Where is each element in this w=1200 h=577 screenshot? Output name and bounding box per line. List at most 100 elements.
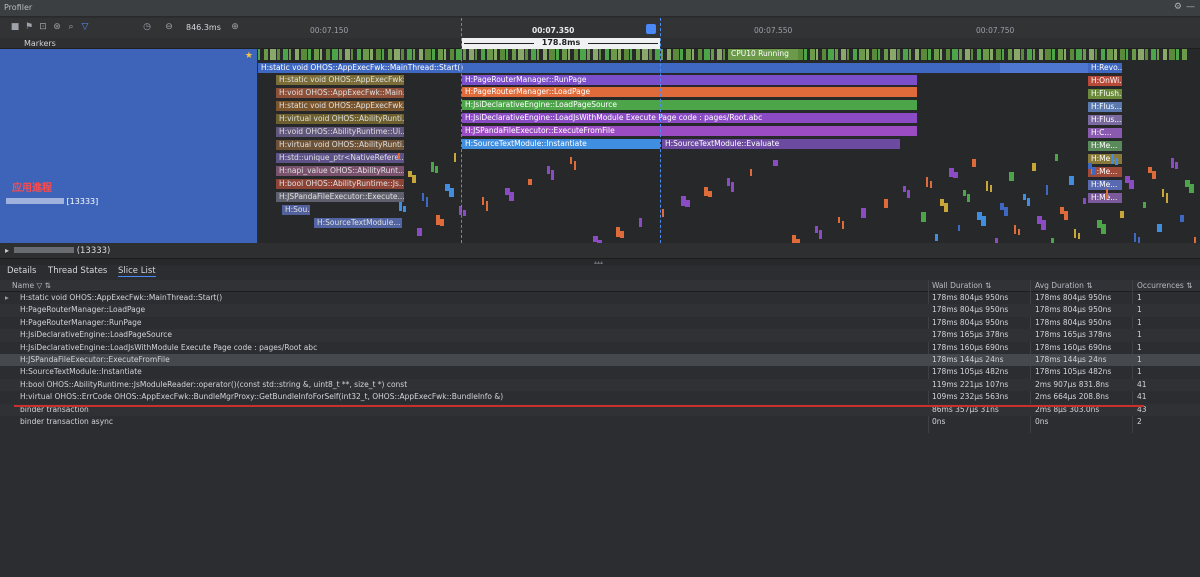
thread-slice[interactable]: H:Me...: [1088, 141, 1122, 151]
zoom-in-icon[interactable]: ⊕: [230, 22, 240, 32]
slice-load-page-source[interactable]: H:JsiDeclarativeEngine::LoadPageSource: [462, 100, 660, 110]
process-row[interactable]: ▸ (13333): [0, 243, 1200, 259]
cell-occurrences: 1: [1137, 367, 1142, 377]
settings-icon[interactable]: ⊛: [52, 22, 62, 32]
slice-load-page-cont[interactable]: [660, 87, 917, 97]
row-expand-icon[interactable]: ▸: [5, 292, 9, 304]
col-avg-duration[interactable]: Avg Duration ⇅: [1035, 281, 1093, 290]
cpu-activity-bar: [549, 49, 556, 60]
star-icon[interactable]: ★: [245, 51, 253, 61]
cpu-activity-bar: [710, 49, 714, 60]
thread-slice[interactable]: H:Flush...: [1088, 89, 1122, 99]
thread-slice[interactable]: H:Me...: [1088, 193, 1122, 203]
range-handle-icon[interactable]: [646, 24, 656, 34]
main-thread-slice[interactable]: H:static void OHOS::AppExecFwk::MainThre…: [258, 63, 1000, 73]
cpu-activity-bar: [834, 49, 838, 60]
cpu-activity-bar: [630, 49, 632, 60]
cell-wall-duration: 0ns: [932, 417, 946, 426]
thread-slice[interactable]: H:void OHOS::AbilityRuntime::Ui...: [276, 127, 404, 137]
expand-arrow-icon[interactable]: ▸: [5, 246, 9, 255]
slice-run-page-cont[interactable]: [660, 75, 917, 85]
thread-label-panel[interactable]: ★ 应用進程 [13333]: [0, 49, 257, 243]
duration-readout: 846.3ms: [186, 23, 221, 32]
cpu-activity-bar: [704, 49, 711, 60]
slice-load-page[interactable]: H:PageRouterManager::LoadPage: [462, 87, 660, 97]
thread-slice[interactable]: H:SourceTextModule...: [314, 218, 402, 228]
table-row[interactable]: H:virtual OHOS::ErrCode OHOS::AppExecFwk…: [0, 391, 1200, 403]
thread-slice[interactable]: H:Revo...: [1088, 63, 1122, 73]
tick-label: 00:07.150: [310, 26, 349, 35]
cpu-activity-bar: [313, 49, 319, 60]
thread-slice[interactable]: H:virtual void OHOS::AbilityRunti...: [276, 114, 404, 124]
activity-bar: [1171, 158, 1174, 168]
clock-icon[interactable]: ◷: [142, 22, 152, 32]
table-row[interactable]: H:static void OHOS::AppExecFwk::MainThre…: [0, 292, 1200, 304]
minimize-icon[interactable]: —: [1186, 2, 1195, 12]
slice-load-page-source-cont[interactable]: [660, 100, 917, 110]
cpu-activity-bar: [915, 49, 920, 60]
table-row[interactable]: H:SourceTextModule::Instantiate 178ms 105…: [0, 366, 1200, 378]
timeline-track[interactable]: H:static void OHOS::AppExecFwk::MainThre…: [258, 49, 1200, 243]
filter-icon[interactable]: ▽: [80, 22, 90, 32]
activity-bar: [639, 218, 642, 227]
cpu-activity-bar: [1033, 49, 1035, 60]
cell-avg-duration: 178ms 165μs 378ns: [1035, 330, 1112, 340]
cpu-activity-bar: [1051, 49, 1055, 60]
thread-slice[interactable]: H:std::unique_ptr<NativeRefere...: [276, 153, 404, 163]
tab-slice-list[interactable]: Slice List: [118, 266, 156, 277]
search-icon[interactable]: ⌕: [66, 22, 76, 32]
activity-bar: [1157, 224, 1162, 232]
activity-bar: [551, 170, 554, 180]
cpu-activity-bar: [884, 49, 889, 60]
capture-icon[interactable]: ⊡: [38, 22, 48, 32]
thread-slice[interactable]: H:JSPandaFileExecutor::Execute...: [276, 192, 404, 202]
activity-bar: [731, 182, 734, 192]
cpu-activity-bar: [878, 49, 880, 60]
table-row[interactable]: binder transaction async 0ns 0ns 2: [0, 416, 1200, 428]
table-row[interactable]: H:JsiDeclarativeEngine::LoadJsWithModule…: [0, 342, 1200, 354]
thread-slice[interactable]: H:napi_value OHOS::AbilityRunt...: [276, 166, 404, 176]
time-ruler[interactable]: 00:07.150 00:07.350 00:07.550 00:07.750: [258, 18, 1200, 38]
col-name[interactable]: Name ▽ ⇅: [12, 281, 51, 290]
thread-slice[interactable]: H:bool OHOS::AbilityRuntime::Js...: [276, 179, 404, 189]
col-occurrences[interactable]: Occurrences ⇅: [1137, 281, 1192, 290]
thread-slice[interactable]: H:Flus...: [1088, 115, 1122, 125]
table-row[interactable]: H:JSPandaFileExecutor::ExecuteFromFile 17…: [0, 354, 1200, 367]
flag-icon[interactable]: ⚑: [24, 22, 34, 32]
col-wall-duration[interactable]: Wall Duration ⇅: [932, 281, 991, 290]
table-row[interactable]: H:PageRouterManager::RunPage 178ms 804μs …: [0, 317, 1200, 329]
table-row[interactable]: H:PageRouterManager::LoadPage 178ms 804μs…: [0, 304, 1200, 317]
details-tabs: Details Thread States Slice List: [0, 265, 1200, 279]
thread-slice[interactable]: H:static void OHOS::AppExecFwk::Mai...: [276, 75, 404, 85]
thread-slice[interactable]: H:virtual void OHOS::AbilityRunti...: [276, 140, 404, 150]
cpu-activity-bar: [605, 49, 610, 60]
slice-run-page[interactable]: H:PageRouterManager::RunPage: [462, 75, 660, 85]
cell-avg-duration: 178ms 804μs 950ns: [1035, 317, 1112, 327]
tab-details[interactable]: Details: [7, 266, 36, 276]
activity-bar: [486, 201, 488, 211]
activity-bar: [1088, 163, 1092, 169]
slice-evaluate[interactable]: H:SourceTextModule::Evaluate: [662, 139, 900, 149]
slice-execute-file[interactable]: H:JSPandaFileExecutor::ExecuteFromFile: [462, 126, 917, 136]
cpu-activity-bar: [363, 49, 370, 60]
thread-slice[interactable]: H:static void OHOS::AppExecFwk...: [276, 101, 404, 111]
gear-icon[interactable]: ⚙: [1174, 2, 1182, 12]
slice-load-js[interactable]: H:JsiDeclarativeEngine::LoadJsWithModule…: [462, 113, 917, 123]
thread-slice[interactable]: H:Flus...: [1088, 102, 1122, 112]
cpu-activity-bar: [394, 49, 401, 60]
stop-icon[interactable]: ■: [10, 22, 20, 32]
thread-slice[interactable]: H:C...: [1088, 128, 1122, 138]
thread-slice[interactable]: H:Sou...: [282, 205, 310, 215]
tab-thread-states[interactable]: Thread States: [48, 266, 107, 276]
slice-instantiate[interactable]: H:SourceTextModule::Instantiate: [462, 139, 660, 149]
zoom-out-icon[interactable]: ⊖: [164, 22, 174, 32]
thread-slice[interactable]: H:void OHOS::AppExecFwk::Main...: [276, 88, 404, 98]
cpu-activity-bar: [828, 49, 835, 60]
selection-range[interactable]: 178.8ms: [462, 38, 660, 49]
activity-bar: [616, 227, 620, 237]
table-row[interactable]: H:bool OHOS::AbilityRuntime::JsModuleRea…: [0, 378, 1200, 392]
thread-slice[interactable]: H:Me...: [1088, 180, 1122, 190]
thread-slice[interactable]: H:OnWi...: [1088, 76, 1122, 86]
table-row[interactable]: H:JsiDeclarativeEngine::LoadPageSource 17…: [0, 329, 1200, 342]
cpu-activity-bar: [382, 49, 384, 60]
